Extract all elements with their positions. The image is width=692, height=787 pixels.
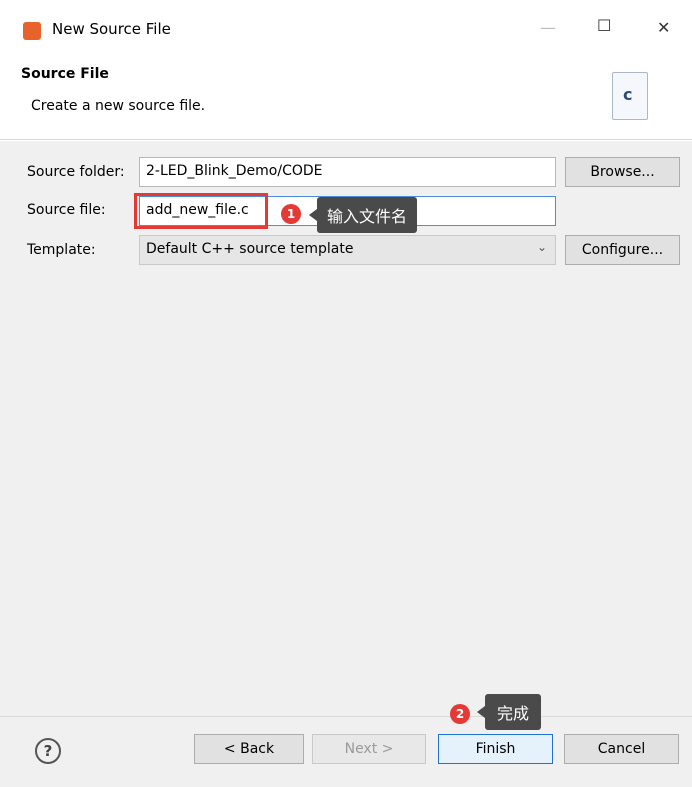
configure-button[interactable]: Configure... [565, 235, 680, 265]
help-icon[interactable]: ? [35, 738, 61, 764]
step1-callout: 输入文件名 [308, 197, 418, 233]
cancel-button[interactable]: Cancel [564, 734, 679, 764]
next-button[interactable]: Next > [312, 734, 426, 764]
page-title: Source File [21, 66, 109, 82]
c-file-icon: c [612, 72, 648, 120]
back-button[interactable]: < Back [194, 734, 304, 764]
page-description: Create a new source file. [31, 98, 206, 114]
c-file-letter: c [623, 85, 633, 104]
template-label: Template: [27, 242, 96, 258]
source-file-label: Source file: [27, 202, 106, 218]
source-folder-input[interactable]: 2-LED_Blink_Demo/CODE [139, 157, 556, 187]
app-icon [23, 22, 41, 40]
step1-badge: 1 [281, 204, 301, 224]
source-folder-label: Source folder: [27, 164, 125, 180]
close-icon[interactable]: ✕ [657, 18, 670, 37]
chevron-down-icon: ⌄ [536, 240, 547, 254]
window-title: New Source File [52, 20, 171, 38]
template-value: Default C++ source template [146, 241, 354, 257]
template-select[interactable]: Default C++ source template ⌄ [139, 235, 556, 265]
finish-button[interactable]: Finish [438, 734, 553, 764]
minimize-icon[interactable]: — [540, 18, 556, 37]
browse-button[interactable]: Browse... [565, 157, 680, 187]
highlight-box-source-file [134, 193, 268, 229]
step2-badge: 2 [450, 704, 470, 724]
maximize-icon[interactable]: ☐ [597, 16, 611, 35]
step2-callout: 完成 [476, 694, 542, 730]
